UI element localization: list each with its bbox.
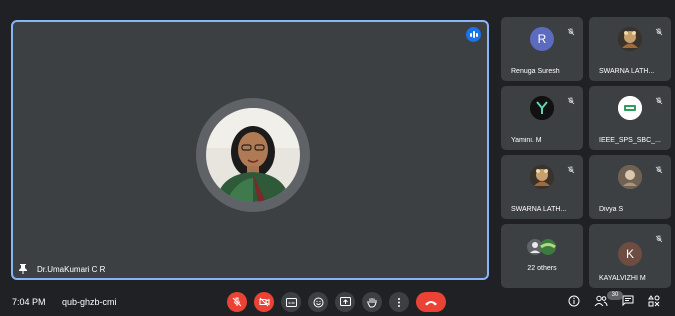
- participant-tile[interactable]: SWARNA LATH...: [589, 17, 671, 81]
- avatar: K: [618, 242, 642, 266]
- participant-name: SWARNA LATH...: [511, 206, 567, 213]
- participant-tile[interactable]: SWARNA LATH...: [501, 155, 583, 219]
- end-call-icon: [425, 300, 437, 305]
- emoji-icon: [313, 297, 323, 307]
- bottom-bar: 7:04 PM qub-ghzb-cmi: [0, 290, 675, 316]
- activities-button[interactable]: [648, 294, 660, 312]
- info-icon: [568, 295, 580, 307]
- participant-tile[interactable]: R Renuga Suresh: [501, 17, 583, 81]
- mic-off-icon: [567, 161, 575, 179]
- meeting-code: qub-ghzb-cmi: [62, 297, 117, 307]
- speaker-avatar-ring: [196, 98, 310, 212]
- avatar: [618, 27, 642, 51]
- activities-icon: [648, 295, 660, 307]
- mic-off-icon: [232, 297, 242, 307]
- participant-tile[interactable]: Divya S: [589, 155, 671, 219]
- people-icon: [594, 295, 608, 307]
- end-call-button[interactable]: [416, 292, 446, 312]
- meeting-time: 7:04 PM: [12, 297, 46, 307]
- speaker-name: Dr.UmaKumari C R: [37, 264, 106, 274]
- chat-icon: [622, 295, 634, 307]
- others-tile[interactable]: 22 others: [501, 224, 583, 288]
- avatar: [530, 96, 554, 120]
- pin-icon[interactable]: [19, 264, 27, 274]
- audio-level-icon: [466, 27, 481, 42]
- participant-name: Divya S: [599, 206, 624, 213]
- avatar: [618, 165, 642, 189]
- mic-toggle-button[interactable]: [227, 292, 247, 312]
- others-avatars: [527, 238, 557, 256]
- participant-tile[interactable]: Yamini. M: [501, 86, 583, 150]
- present-icon: [339, 297, 351, 306]
- participant-name: Yamini. M: [511, 137, 542, 144]
- people-button[interactable]: [594, 294, 608, 312]
- captions-button[interactable]: [281, 292, 301, 312]
- raise-hand-button[interactable]: [362, 292, 382, 312]
- participant-name: Renuga Suresh: [511, 68, 560, 75]
- present-button[interactable]: [335, 292, 355, 312]
- participant-name: SWARNA LATH...: [599, 68, 655, 75]
- others-count: 22 others: [527, 265, 557, 272]
- participant-tile[interactable]: K KAYALVIZHI M: [589, 224, 671, 288]
- participant-name: IEEE_SPS_SBC_...: [599, 137, 661, 144]
- mic-off-icon: [567, 23, 575, 41]
- mic-off-icon: [567, 92, 575, 110]
- avatar: [530, 165, 554, 189]
- main-speaker-tile[interactable]: Dr.UmaKumari C R: [11, 20, 489, 280]
- more-options-button[interactable]: [389, 292, 409, 312]
- mic-off-icon: [655, 23, 663, 41]
- speaker-name-row: Dr.UmaKumari C R: [19, 264, 105, 274]
- captions-icon: [285, 297, 297, 307]
- emoji-button[interactable]: [308, 292, 328, 312]
- avatar: [618, 96, 642, 120]
- camera-toggle-button[interactable]: [254, 292, 274, 312]
- participant-name: KAYALVIZHI M: [599, 275, 646, 282]
- mic-off-icon: [655, 230, 663, 248]
- participant-count-badge: 30: [607, 291, 623, 300]
- mic-off-icon: [655, 161, 663, 179]
- chat-button[interactable]: [622, 294, 634, 312]
- camera-off-icon: [259, 297, 269, 307]
- speaker-avatar: [206, 108, 300, 202]
- info-button[interactable]: [568, 294, 580, 312]
- more-options-icon: [398, 297, 400, 307]
- call-controls: [227, 292, 446, 312]
- mic-off-icon: [655, 92, 663, 110]
- participant-tile[interactable]: IEEE_SPS_SBC_...: [589, 86, 671, 150]
- raise-hand-icon: [367, 297, 377, 307]
- avatar: R: [530, 27, 554, 51]
